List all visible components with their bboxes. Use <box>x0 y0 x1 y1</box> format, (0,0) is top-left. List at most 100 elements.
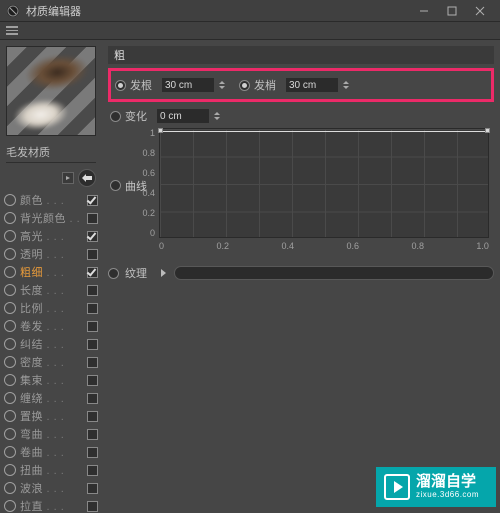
channel-item[interactable]: 长度 . . . <box>2 281 102 299</box>
channel-item[interactable]: 置换 . . . <box>2 407 102 425</box>
channel-dots: . . . <box>43 465 64 477</box>
curve-y-axis: 10.80.60.40.20 <box>131 128 155 238</box>
channel-checkbox[interactable] <box>87 195 98 206</box>
channel-label: 粗细 . . . <box>20 264 83 280</box>
root-label: 发根 <box>130 77 158 93</box>
channel-checkbox[interactable] <box>87 231 98 242</box>
channel-checkbox[interactable] <box>87 483 98 494</box>
hamburger-icon[interactable] <box>6 26 18 35</box>
curve-editor[interactable]: 10.80.60.40.20 00.20.40.60.81.0 <box>159 128 489 251</box>
channel-dots: . . . <box>43 483 64 495</box>
root-value-input[interactable]: 30 cm <box>162 78 214 92</box>
sidebar-section-label: 毛发材质 <box>0 140 102 162</box>
watermark-url: zixue.3d66.com <box>416 491 479 500</box>
channel-checkbox[interactable] <box>87 303 98 314</box>
channel-item[interactable]: 卷曲 . . . <box>2 443 102 461</box>
channel-ring-icon <box>4 320 16 332</box>
channel-checkbox[interactable] <box>87 447 98 458</box>
channel-checkbox[interactable] <box>87 357 98 368</box>
maximize-button[interactable] <box>438 0 466 22</box>
channel-dots: . . . <box>43 303 64 315</box>
channel-checkbox[interactable] <box>87 375 98 386</box>
texture-slot[interactable] <box>174 266 494 280</box>
texture-arrow-icon[interactable] <box>161 269 166 277</box>
channel-ring-icon <box>4 410 16 422</box>
channel-item[interactable]: 卷发 . . . <box>2 317 102 335</box>
channel-item[interactable]: 弯曲 . . . <box>2 425 102 443</box>
channel-ring-icon <box>4 194 16 206</box>
tip-value-input[interactable]: 30 cm <box>286 78 338 92</box>
channel-item[interactable]: 波浪 . . . <box>2 479 102 497</box>
window-titlebar: 材质编辑器 <box>0 0 500 22</box>
channel-ring-icon <box>4 500 16 512</box>
channel-checkbox[interactable] <box>87 249 98 260</box>
channel-dots: . . . <box>43 231 64 243</box>
sidebar-collapse-button[interactable] <box>62 172 74 184</box>
curve-handle-end[interactable] <box>485 128 490 133</box>
curve-radio[interactable] <box>110 180 121 191</box>
channel-item[interactable]: 拉直 . . . <box>2 497 102 513</box>
channel-label: 置换 . . . <box>20 408 83 424</box>
channel-dots: . . . <box>43 429 64 441</box>
channel-checkbox[interactable] <box>87 267 98 278</box>
close-button[interactable] <box>466 0 494 22</box>
channel-label: 比例 . . . <box>20 300 83 316</box>
channel-dots: . . . <box>43 195 64 207</box>
variation-spinner[interactable] <box>214 112 220 120</box>
channel-item[interactable]: 纠结 . . . <box>2 335 102 353</box>
channel-ring-icon <box>4 356 16 368</box>
channel-item[interactable]: 集束 . . . <box>2 371 102 389</box>
channel-label: 颜色 . . . <box>20 192 83 208</box>
channel-list: 颜色 . . .背光颜色 . . .高光 . . .透明 . . .粗细 . .… <box>0 191 102 513</box>
channel-ring-icon <box>4 212 16 224</box>
channel-checkbox[interactable] <box>87 321 98 332</box>
variation-radio[interactable] <box>110 111 121 122</box>
curve-handle-start[interactable] <box>158 128 163 133</box>
watermark-title: 溜溜自学 <box>416 474 479 491</box>
root-radio[interactable] <box>115 80 126 91</box>
channel-item[interactable]: 颜色 . . . <box>2 191 102 209</box>
root-spinner[interactable] <box>219 81 225 89</box>
channel-item[interactable]: 比例 . . . <box>2 299 102 317</box>
curve-line <box>160 131 488 132</box>
channel-checkbox[interactable] <box>87 429 98 440</box>
channel-item[interactable]: 扭曲 . . . <box>2 461 102 479</box>
channel-label: 拉直 . . . <box>20 498 83 513</box>
channel-item[interactable]: 粗细 . . . <box>2 263 102 281</box>
curve-grid[interactable] <box>159 128 489 238</box>
channel-label: 波浪 . . . <box>20 480 83 496</box>
channel-checkbox[interactable] <box>87 465 98 476</box>
picker-icon[interactable] <box>78 169 96 187</box>
channel-item[interactable]: 缠绕 . . . <box>2 389 102 407</box>
watermark-badge: 溜溜自学 zixue.3d66.com <box>376 467 496 507</box>
texture-radio[interactable] <box>108 268 119 279</box>
channel-dots: . . . <box>43 447 64 459</box>
material-preview[interactable] <box>6 46 96 136</box>
channel-dots: . . . <box>66 213 83 225</box>
channel-checkbox[interactable] <box>87 285 98 296</box>
tip-radio[interactable] <box>239 80 250 91</box>
menu-strip <box>0 22 500 40</box>
channel-checkbox[interactable] <box>87 339 98 350</box>
channel-dots: . . . <box>43 375 64 387</box>
channel-ring-icon <box>4 374 16 386</box>
channel-item[interactable]: 透明 . . . <box>2 245 102 263</box>
channel-checkbox[interactable] <box>87 213 98 224</box>
channel-item[interactable]: 高光 . . . <box>2 227 102 245</box>
variation-value-input[interactable]: 0 cm <box>157 109 209 123</box>
channel-label: 扭曲 . . . <box>20 462 83 478</box>
channel-checkbox[interactable] <box>87 411 98 422</box>
channel-dots: . . . <box>43 285 64 297</box>
channel-checkbox[interactable] <box>87 393 98 404</box>
parameters-pane: 粗 发根 30 cm 发梢 30 cm 变化 0 cm <box>102 40 500 513</box>
variation-label: 变化 <box>125 108 153 124</box>
channel-ring-icon <box>4 446 16 458</box>
channel-item[interactable]: 背光颜色 . . . <box>2 209 102 227</box>
channel-checkbox[interactable] <box>87 501 98 512</box>
channel-ring-icon <box>4 284 16 296</box>
play-icon <box>384 474 410 500</box>
channel-label: 弯曲 . . . <box>20 426 83 442</box>
tip-spinner[interactable] <box>343 81 349 89</box>
minimize-button[interactable] <box>410 0 438 22</box>
channel-item[interactable]: 密度 . . . <box>2 353 102 371</box>
